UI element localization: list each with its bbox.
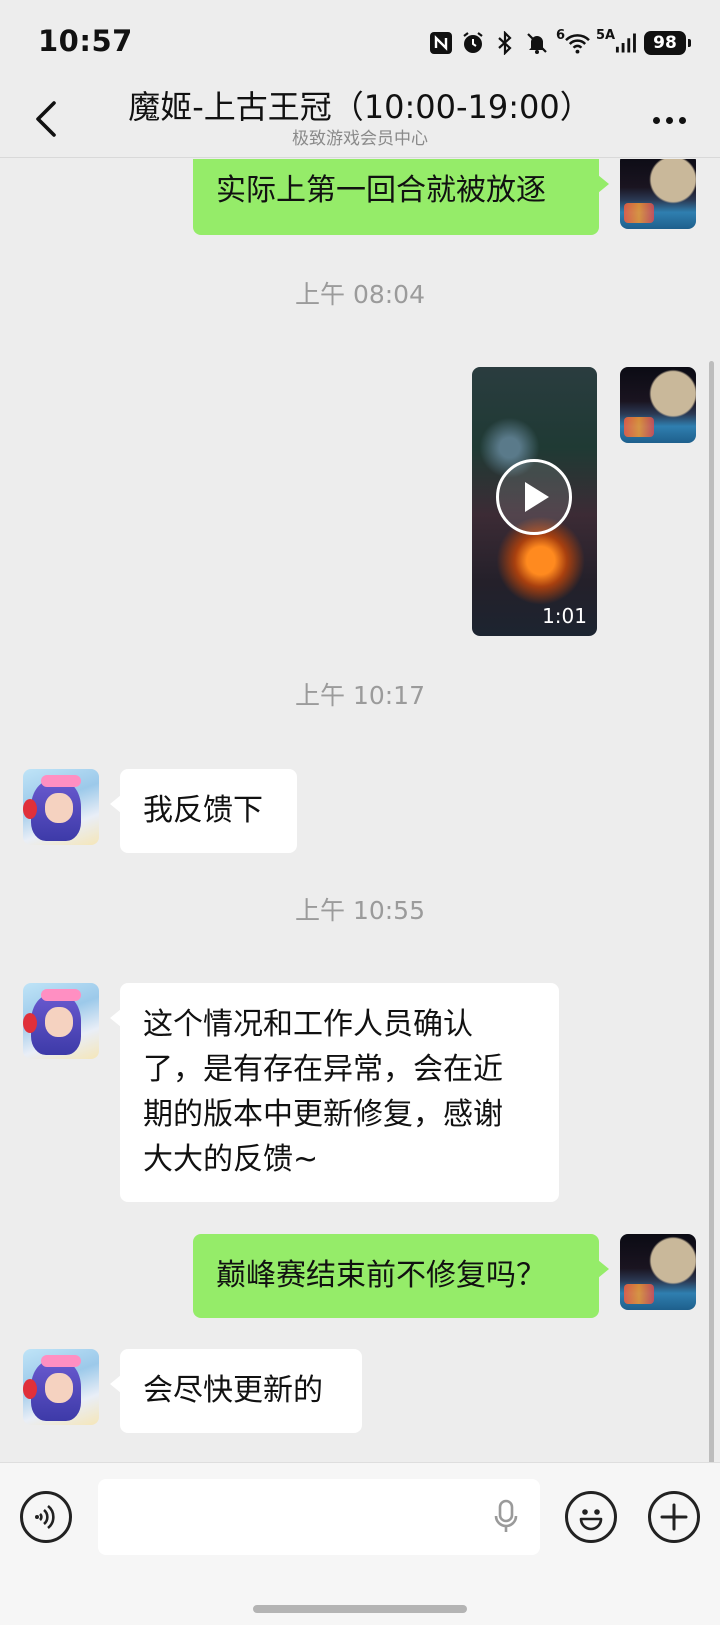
message-line: 大大的反馈~ [143,1142,319,1177]
message-input[interactable] [98,1479,540,1555]
status-time: 10:57 [38,24,133,58]
plus-icon [660,1503,688,1531]
avatar-self[interactable] [620,1234,696,1310]
video-duration: 1:01 [542,604,587,628]
plus-button[interactable] [648,1491,700,1543]
alarm-icon [460,30,486,56]
input-bar [0,1462,720,1625]
timestamp: 上午 10:55 [295,896,425,925]
emoji-icon [579,1509,603,1531]
status-bar: 10:57 6 5A 98 [0,0,720,80]
message-bubble-agent[interactable]: 会尽快更新的 [110,1349,362,1433]
voice-icon [35,1504,55,1530]
nfc-icon [428,30,454,56]
message-bubble-self[interactable]: 实际上第一回合就被放逐 [193,159,609,235]
signal-icon: 5A [596,28,636,56]
avatar-agent[interactable] [23,1349,99,1425]
video-message[interactable]: 1:01 [472,367,597,636]
timestamp: 上午 08:04 [295,280,425,309]
play-icon [496,459,572,535]
message-line: 了，是有存在异常，会在近 [143,1052,503,1087]
avatar-self[interactable] [620,367,696,443]
emoji-button[interactable] [565,1491,617,1543]
message-bubble-agent[interactable]: 这个情况和工作人员确认 了，是有存在异常，会在近 期的版本中更新修复，感谢 大大… [110,983,559,1202]
avatar-agent[interactable] [23,983,99,1059]
message-text: 我反馈下 [143,793,263,828]
message-text: 巅峰赛结束前不修复吗？ [216,1258,546,1293]
voice-button[interactable] [20,1491,72,1543]
message-line: 期的版本中更新修复，感谢 [143,1097,503,1132]
avatar-self[interactable] [620,159,696,229]
home-indicator[interactable] [253,1605,467,1613]
message-text: 会尽快更新的 [143,1373,323,1408]
battery-icon: 98 [644,31,691,55]
more-button[interactable] [644,100,694,140]
mic-icon [494,1499,518,1532]
message-line: 这个情况和工作人员确认 [143,1007,473,1042]
chat-header: 魔姬-上古王冠（10:00-19:00） 极致游戏会员中心 [0,80,720,158]
more-icon [652,116,660,124]
message-bubble-self[interactable]: 巅峰赛结束前不修复吗？ [193,1234,609,1318]
message-bubble-agent[interactable]: 我反馈下 [110,769,297,853]
timestamp: 上午 10:17 [295,681,425,710]
bluetooth-icon [492,30,518,56]
status-icons: 6 5A 98 [428,28,691,58]
chat-area[interactable]: 实际上第一回合就被放逐 上午 08:04 1:01 上午 10:17 我反馈下 … [0,159,720,1462]
mute-icon [524,30,550,56]
avatar-agent[interactable] [23,769,99,845]
mic-button[interactable] [486,1495,526,1539]
chat-subtitle: 极致游戏会员中心 [292,129,428,149]
wifi-icon: 6 [556,28,590,56]
message-text: 实际上第一回合就被放逐 [216,173,546,208]
chat-title: 魔姬-上古王冠（10:00-19:00） [128,88,592,126]
